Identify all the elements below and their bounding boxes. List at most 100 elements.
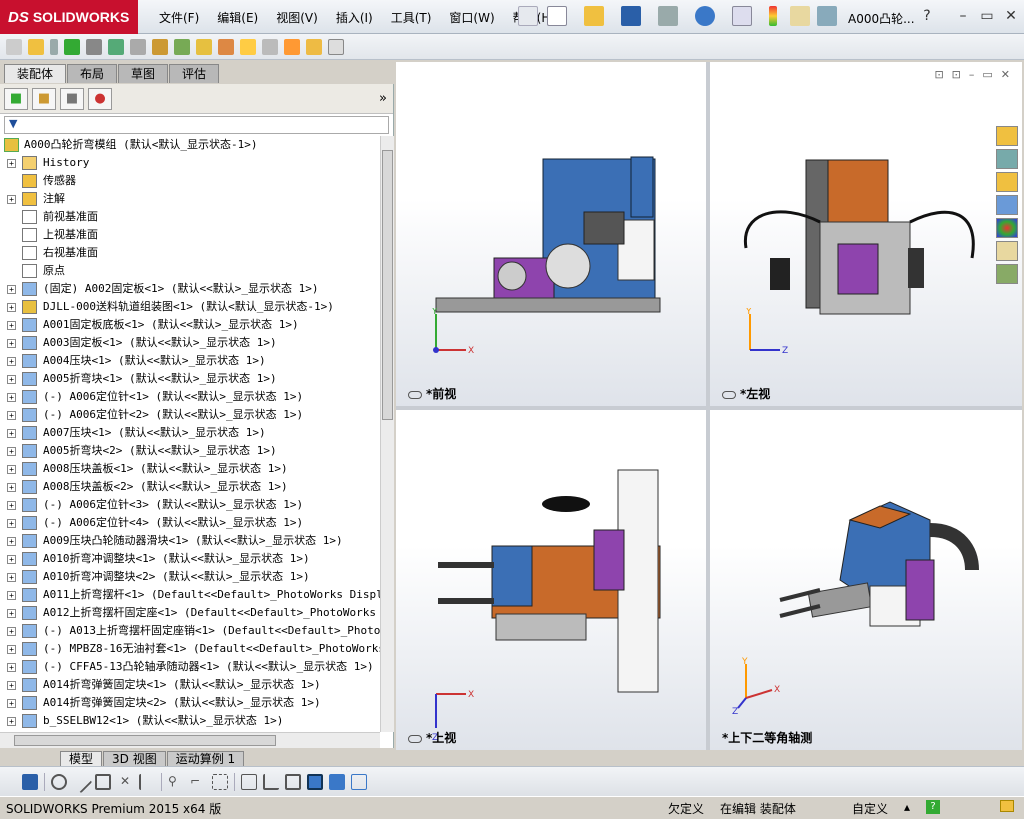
tree-item[interactable]: + A005折弯块<1> (默认<<默认>_显示状态 1>) bbox=[0, 370, 380, 388]
restore-view-icon[interactable]: ▭ bbox=[982, 68, 992, 81]
minimize-button[interactable]: – bbox=[954, 8, 972, 24]
viewport-front[interactable]: Y X *前视 bbox=[396, 62, 706, 406]
restore-button[interactable]: ▭ bbox=[978, 8, 996, 24]
camera-icon[interactable] bbox=[329, 773, 345, 790]
save-icon[interactable] bbox=[22, 773, 38, 790]
circle-icon[interactable] bbox=[51, 773, 67, 790]
design-library-icon[interactable] bbox=[996, 149, 1018, 169]
expand-toggle-icon[interactable]: + bbox=[7, 699, 16, 708]
expand-toggle-icon[interactable]: + bbox=[7, 591, 16, 600]
tree-item[interactable]: + A008压块盖板<2> (默认<<默认>_显示状态 1>) bbox=[0, 478, 380, 496]
expand-toggle-icon[interactable]: + bbox=[7, 555, 16, 564]
property-manager-tab-icon[interactable]: ■ bbox=[32, 87, 56, 110]
graphics-area[interactable]: Y X *前视 Y Z *左视 ⊡ ⊡ – ▭ ✕ X Z *上视 Y X Z … bbox=[396, 62, 1022, 750]
snapshot-icon[interactable] bbox=[328, 38, 344, 55]
close-view-icon[interactable]: ✕ bbox=[1001, 68, 1010, 81]
viewport-left[interactable]: Y Z *左视 ⊡ ⊡ – ▭ ✕ bbox=[710, 62, 1022, 406]
open-folder-icon[interactable] bbox=[584, 6, 604, 26]
minimize-view-icon[interactable]: – bbox=[969, 68, 975, 81]
expand-toggle-icon[interactable]: + bbox=[7, 195, 16, 204]
scroll-thumb[interactable] bbox=[382, 150, 393, 420]
appearances-icon[interactable] bbox=[996, 218, 1018, 238]
expand-toggle-icon[interactable]: + bbox=[7, 339, 16, 348]
expand-toggle-icon[interactable]: + bbox=[7, 321, 16, 330]
configuration-manager-tab-icon[interactable]: ■ bbox=[60, 87, 84, 110]
tree-item[interactable]: 前视基准面 bbox=[0, 208, 380, 226]
expand-toggle-icon[interactable]: + bbox=[7, 519, 16, 528]
view-link-icon[interactable] bbox=[408, 390, 422, 399]
hide-show-icon[interactable] bbox=[130, 38, 146, 55]
angle-icon[interactable] bbox=[263, 773, 279, 790]
new-document-icon[interactable] bbox=[547, 6, 567, 26]
instant3d-icon[interactable] bbox=[284, 38, 300, 55]
link-views-icon[interactable]: ⊡ bbox=[934, 68, 943, 81]
tree-vertical-scrollbar[interactable] bbox=[380, 136, 394, 732]
update-speedpak-icon[interactable] bbox=[306, 38, 322, 55]
tree-root[interactable]: A000凸轮折弯模组 (默认<默认_显示状态-1>) bbox=[0, 136, 380, 154]
expand-toggle-icon[interactable]: + bbox=[7, 663, 16, 672]
polygon-icon[interactable] bbox=[95, 773, 111, 790]
tree-item[interactable]: + (-) A006定位针<2> (默认<<默认>_显示状态 1>) bbox=[0, 406, 380, 424]
expand-toggle-icon[interactable]: + bbox=[7, 465, 16, 474]
expand-toggle-icon[interactable]: + bbox=[7, 537, 16, 546]
viewport-splitter-horizontal[interactable] bbox=[396, 406, 1022, 410]
expand-toggle-icon[interactable]: + bbox=[7, 393, 16, 402]
smart-fasteners-icon[interactable] bbox=[86, 38, 102, 55]
options-icon[interactable] bbox=[817, 6, 837, 26]
help-button[interactable]: ? bbox=[918, 8, 936, 24]
expand-toggle-icon[interactable]: + bbox=[7, 357, 16, 366]
tree-item[interactable]: + (-) A006定位针<3> (默认<<默认>_显示状态 1>) bbox=[0, 496, 380, 514]
select-pointer-icon[interactable] bbox=[732, 6, 752, 26]
feature-manager-tab-icon[interactable]: ■ bbox=[4, 87, 28, 110]
expand-toggle-icon[interactable]: + bbox=[7, 645, 16, 654]
tree-item[interactable]: + A010折弯冲调整块<1> (默认<<默认>_显示状态 1>) bbox=[0, 550, 380, 568]
constraint-icon[interactable]: ⌐ bbox=[190, 774, 206, 790]
view-link-icon[interactable] bbox=[408, 734, 422, 743]
tab-motion-study[interactable]: 运动算例 1 bbox=[166, 751, 245, 766]
rebuild-icon[interactable] bbox=[769, 6, 777, 26]
tree-item[interactable]: + A003固定板<1> (默认<<默认>_显示状态 1>) bbox=[0, 334, 380, 352]
mate-icon[interactable] bbox=[50, 38, 58, 55]
relations-icon[interactable]: ⚲ bbox=[168, 774, 184, 790]
tab-3d-views[interactable]: 3D 视图 bbox=[103, 751, 166, 766]
menu-file[interactable]: 文件(F) bbox=[150, 0, 208, 34]
expand-toggle-icon[interactable]: + bbox=[7, 609, 16, 618]
edit-component-icon[interactable] bbox=[6, 38, 22, 55]
toggle-views-icon[interactable]: ⊡ bbox=[952, 68, 961, 81]
tree-item[interactable]: + DJLL-000送料轨道组装图<1> (默认<默认_显示状态-1>) bbox=[0, 298, 380, 316]
viewport-isometric[interactable]: Y X Z *上下二等角轴测 bbox=[710, 410, 1022, 750]
tree-item[interactable]: + A005折弯块<2> (默认<<默认>_显示状态 1>) bbox=[0, 442, 380, 460]
tree-item[interactable]: 传感器 bbox=[0, 172, 380, 190]
print-icon[interactable] bbox=[658, 6, 678, 26]
units-dropdown-icon[interactable]: ▴ bbox=[904, 800, 910, 814]
tab-assembly[interactable]: 装配体 bbox=[4, 64, 67, 83]
bill-of-materials-icon[interactable] bbox=[218, 38, 234, 55]
expand-toggle-icon[interactable]: + bbox=[7, 159, 16, 168]
tree-item[interactable]: + (-) MPBZ8-16无油衬套<1> (Default<<Default>_… bbox=[0, 640, 380, 658]
line-icon[interactable] bbox=[69, 770, 93, 793]
tree-item[interactable]: + A001固定板底板<1> (默认<<默认>_显示状态 1>) bbox=[0, 316, 380, 334]
tree-item[interactable]: + A009压块凸轮随动器滑块<1> (默认<<默认>_显示状态 1>) bbox=[0, 532, 380, 550]
menu-insert[interactable]: 插入(I) bbox=[327, 0, 382, 34]
file-properties-icon[interactable] bbox=[790, 6, 810, 26]
tab-model[interactable]: 模型 bbox=[60, 751, 103, 766]
viewport-top[interactable]: X Z *上视 bbox=[396, 410, 706, 750]
dimension-icon[interactable] bbox=[212, 773, 228, 790]
view-palette-icon[interactable] bbox=[996, 195, 1018, 215]
tree-filter[interactable]: ▼ bbox=[4, 116, 389, 134]
display-manager-tab-icon[interactable]: ● bbox=[88, 87, 112, 110]
close-button[interactable]: ✕ bbox=[1002, 8, 1020, 24]
tree-item[interactable]: 右视基准面 bbox=[0, 244, 380, 262]
expand-toggle-icon[interactable]: + bbox=[7, 411, 16, 420]
tree-item[interactable]: + A014折弯弹簧固定块<1> (默认<<默认>_显示状态 1>) bbox=[0, 676, 380, 694]
tree-item[interactable]: + (-) A013上折弯摆杆固定座销<1> (Default<<Default>… bbox=[0, 622, 380, 640]
exploded-view-icon[interactable] bbox=[240, 38, 256, 55]
expand-toggle-icon[interactable]: + bbox=[7, 681, 16, 690]
solidworks-logo[interactable]: DS SOLIDWORKS bbox=[0, 0, 138, 34]
tree-item[interactable]: + A014折弯弹簧固定块<2> (默认<<默认>_显示状态 1>) bbox=[0, 694, 380, 712]
expand-toggle-icon[interactable]: + bbox=[7, 573, 16, 582]
tree-item[interactable]: + (-) A006定位针<1> (默认<<默认>_显示状态 1>) bbox=[0, 388, 380, 406]
tree-item[interactable]: + A011上折弯摆杆<1> (Default<<Default>_PhotoWo… bbox=[0, 586, 380, 604]
move-component-icon[interactable] bbox=[108, 38, 124, 55]
file-explorer-icon[interactable] bbox=[996, 172, 1018, 192]
